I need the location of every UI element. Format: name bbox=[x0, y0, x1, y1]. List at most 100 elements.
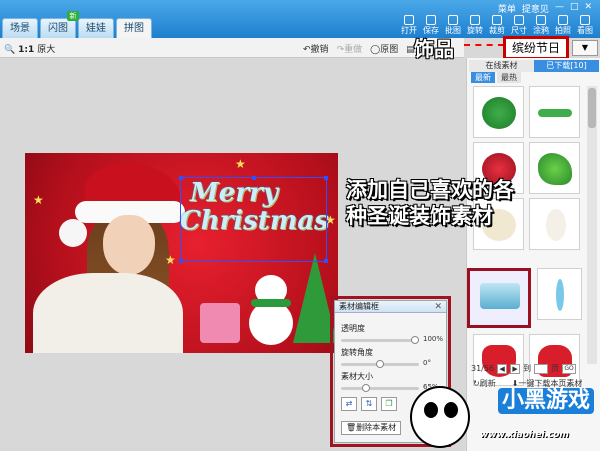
save-icon bbox=[426, 15, 436, 25]
resize-icon bbox=[514, 15, 524, 25]
resize-handle[interactable] bbox=[324, 259, 328, 263]
zoom-label: 原大 bbox=[37, 45, 56, 55]
flip-vertical-icon[interactable]: ⇅ bbox=[361, 397, 377, 411]
open-button[interactable]: 打开 bbox=[398, 14, 420, 35]
page-unit-label: 页 bbox=[551, 364, 560, 373]
opacity-label: 透明度 bbox=[341, 324, 365, 333]
camera-icon bbox=[558, 15, 568, 25]
tab-downloaded[interactable]: 已下载[10] bbox=[534, 60, 599, 72]
viewer-icon bbox=[580, 15, 590, 25]
material-item[interactable] bbox=[473, 86, 524, 138]
photo-canvas[interactable]: ★ ★ ★ ★ Merry Christmas bbox=[25, 153, 338, 353]
copy-icon[interactable]: ❐ bbox=[381, 397, 397, 411]
prev-page-button[interactable]: ◀ bbox=[497, 363, 508, 374]
opacity-slider[interactable] bbox=[341, 336, 419, 344]
panda-eye bbox=[444, 402, 458, 418]
pagination: 31/56 ◀ ▶ 到 页 GO bbox=[471, 363, 577, 374]
rotate-icon bbox=[470, 15, 480, 25]
material-item[interactable] bbox=[529, 142, 580, 194]
doodle-button[interactable]: 涂鸦 bbox=[530, 14, 552, 35]
undo-button[interactable]: ↶撤销 bbox=[303, 42, 329, 55]
green-hat-thumb bbox=[538, 153, 572, 185]
annotation-tip: 添加自己喜欢的各 种圣诞装饰素材 bbox=[346, 177, 514, 229]
scroll-thumb[interactable] bbox=[588, 88, 596, 128]
snowman-sticker[interactable] bbox=[247, 275, 295, 345]
zoom-ratio: 1:1 bbox=[18, 45, 35, 55]
batch-button[interactable]: 批图 bbox=[442, 14, 464, 35]
transform-buttons: ⇄ ⇅ ❐ bbox=[341, 397, 397, 411]
rotate-row: 旋转角度 0° bbox=[341, 347, 445, 368]
tab-online-materials[interactable]: 在线素材 bbox=[469, 60, 534, 72]
selection-box[interactable] bbox=[179, 176, 328, 263]
crop-button[interactable]: 裁剪 bbox=[486, 14, 508, 35]
rotate-knob[interactable] bbox=[376, 360, 384, 368]
tab-collage[interactable]: 拼图 bbox=[116, 18, 152, 38]
zoom-control[interactable]: 🔍 1:1 原大 bbox=[4, 42, 55, 55]
merry-christmas-thumb bbox=[480, 283, 520, 309]
redo-button[interactable]: ↷重做 bbox=[337, 42, 363, 55]
page-input[interactable] bbox=[534, 363, 549, 374]
annotation-tip-line2: 种圣诞装饰素材 bbox=[346, 204, 493, 228]
annotation-connector bbox=[464, 44, 504, 46]
page-to-label: 到 bbox=[523, 364, 532, 373]
opacity-knob[interactable] bbox=[411, 336, 419, 344]
batch-icon bbox=[448, 15, 458, 25]
tab-newest[interactable]: 最新 bbox=[471, 72, 495, 83]
material-item[interactable] bbox=[529, 86, 580, 138]
main-tabs: 场景 闪图新 娃娃 拼图 bbox=[2, 11, 154, 38]
gift-sticker[interactable] bbox=[200, 303, 240, 343]
rotate-label: 旋转 bbox=[467, 26, 483, 35]
annotation-tip-line1: 添加自己喜欢的各 bbox=[346, 178, 514, 202]
sweater-shape bbox=[33, 273, 183, 353]
canvas-toolbar: 🔍 1:1 原大 ↶撤销 ↷重做 ◯原图 ▤对 bbox=[0, 38, 464, 58]
resize-handle[interactable] bbox=[252, 176, 256, 180]
category-select[interactable]: 缤纷节日 bbox=[503, 36, 569, 60]
original-label: 原图 bbox=[380, 45, 399, 55]
logo-text: 小黑游戏 bbox=[498, 388, 595, 414]
tab-flash[interactable]: 闪图新 bbox=[40, 11, 79, 38]
brush-icon bbox=[536, 15, 546, 25]
camera-button[interactable]: 拍照 bbox=[552, 14, 574, 35]
main-toolbar: 打开 保存 批图 旋转 裁剪 尺寸 涂鸦 拍照 看图 bbox=[398, 14, 596, 35]
resize-handle[interactable] bbox=[324, 176, 328, 180]
resize-button[interactable]: 尺寸 bbox=[508, 14, 530, 35]
rotate-slider[interactable] bbox=[341, 360, 419, 368]
go-button[interactable]: GO bbox=[562, 363, 577, 374]
rotate-label: 旋转角度 bbox=[341, 348, 373, 357]
material-scrollbar[interactable] bbox=[587, 86, 597, 364]
wreath-thumb bbox=[482, 97, 516, 129]
circle-icon: ◯ bbox=[370, 45, 381, 55]
search-icon: 🔍 bbox=[4, 45, 16, 55]
next-page-button[interactable]: ▶ bbox=[510, 363, 521, 374]
viewer-button[interactable]: 看图 bbox=[574, 14, 596, 35]
resize-handle[interactable] bbox=[179, 176, 183, 180]
resize-handle[interactable] bbox=[179, 259, 183, 263]
tab-scene[interactable]: 场景 bbox=[2, 18, 38, 38]
material-item[interactable] bbox=[529, 198, 580, 250]
material-item[interactable] bbox=[537, 268, 582, 320]
chevron-down-icon[interactable]: ▼ bbox=[572, 40, 598, 56]
opacity-value: 100% bbox=[423, 335, 444, 343]
crop-icon bbox=[492, 15, 502, 25]
delete-material-button[interactable]: 🗑删除本素材 bbox=[341, 421, 402, 435]
opacity-row: 透明度 100% bbox=[341, 323, 445, 344]
original-button[interactable]: ◯原图 bbox=[370, 42, 398, 55]
size-slider[interactable] bbox=[341, 384, 419, 392]
save-button[interactable]: 保存 bbox=[420, 14, 442, 35]
star-icon: ★ bbox=[235, 157, 246, 171]
sort-tabs: 最新 最热 bbox=[471, 72, 521, 83]
edit-actions: ↶撤销 ↷重做 ◯原图 ▤对 bbox=[303, 42, 424, 55]
flip-horizontal-icon[interactable]: ⇄ bbox=[341, 397, 357, 411]
tab-hottest[interactable]: 最热 bbox=[497, 72, 521, 83]
logo-url: www.xiaohei.com bbox=[480, 430, 569, 440]
hat-pompom bbox=[59, 219, 87, 247]
open-icon bbox=[404, 15, 414, 25]
crop-label: 裁剪 bbox=[489, 26, 505, 35]
size-knob[interactable] bbox=[362, 384, 370, 392]
tab-doll[interactable]: 娃娃 bbox=[78, 18, 114, 38]
title-bar: 场景 闪图新 娃娃 拼图 菜单 提意见 — □ ✕ 打开 保存 批图 旋转 裁剪… bbox=[0, 0, 600, 38]
rotate-button[interactable]: 旋转 bbox=[464, 14, 486, 35]
redo-icon: ↷ bbox=[336, 45, 345, 55]
close-icon[interactable]: ✕ bbox=[434, 301, 442, 313]
material-item-selected[interactable] bbox=[467, 268, 531, 328]
